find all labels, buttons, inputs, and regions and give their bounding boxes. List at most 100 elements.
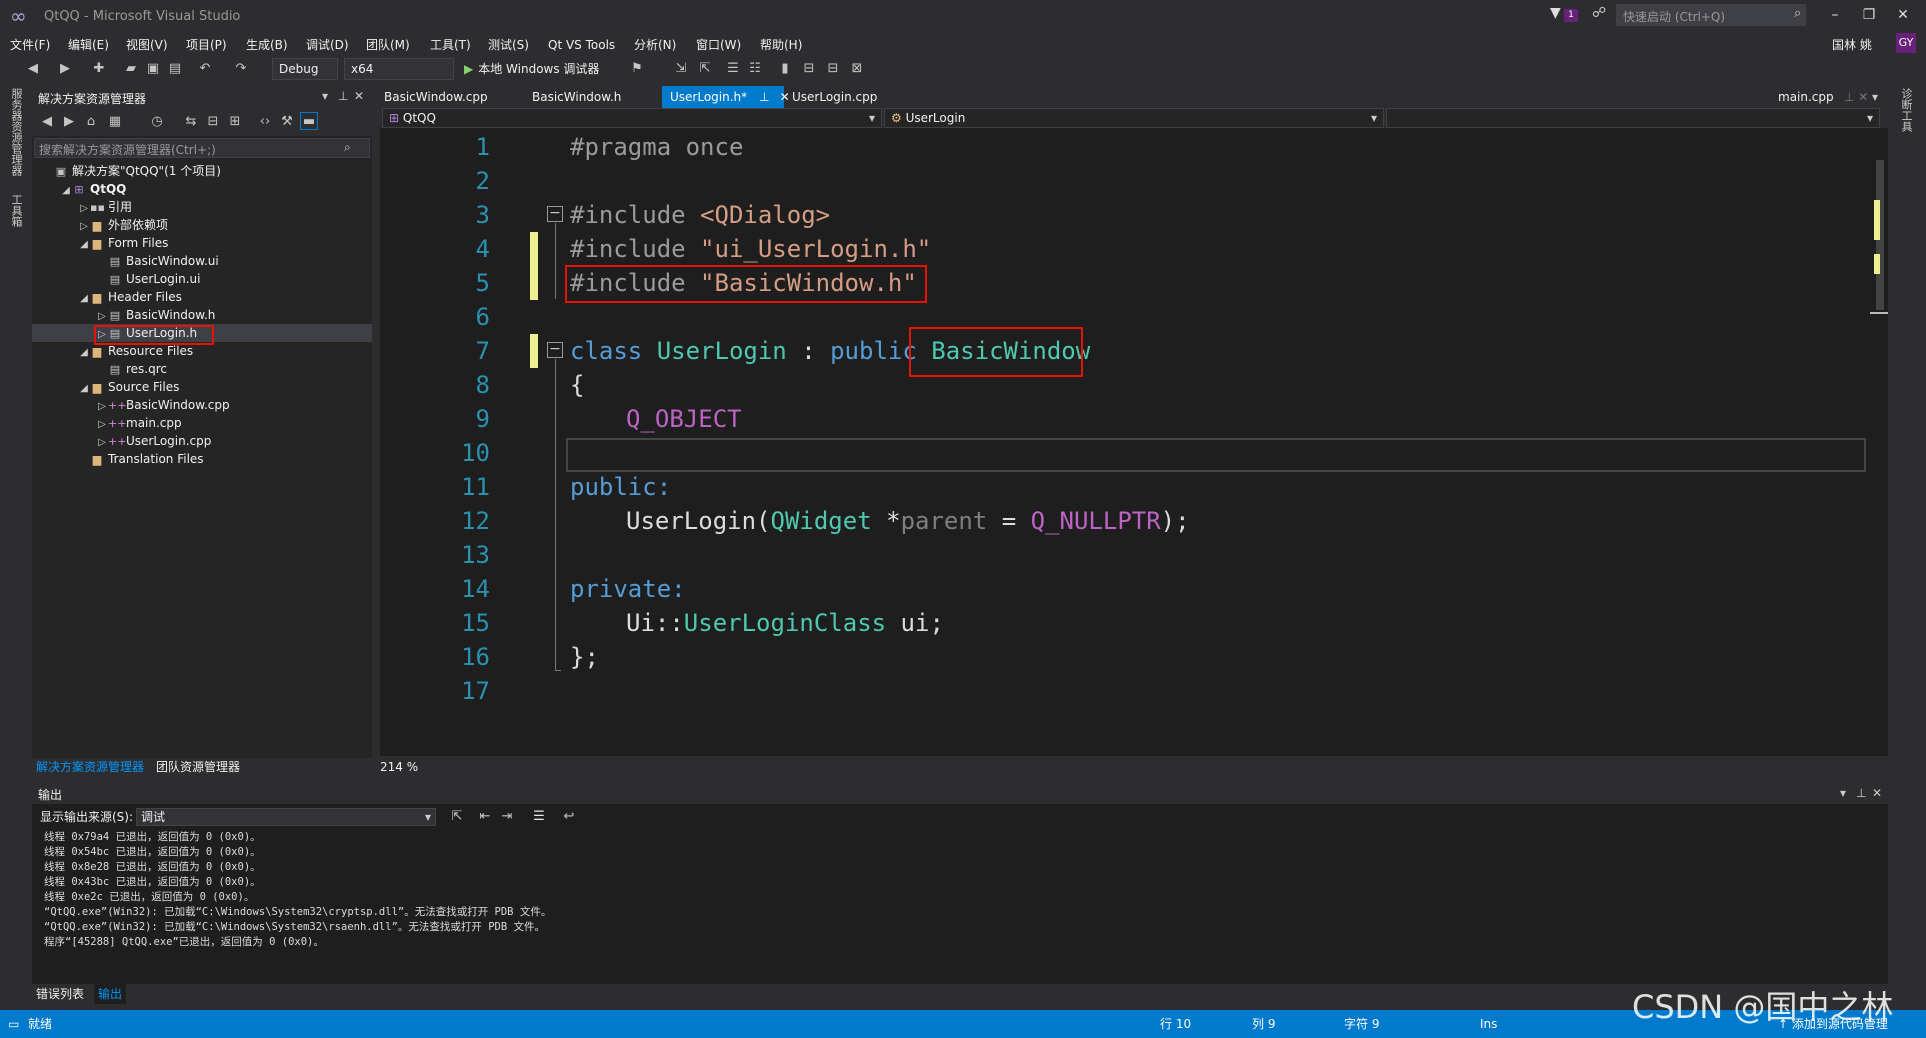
switch-views-icon[interactable]: ▦ <box>106 113 124 131</box>
code-line-9[interactable]: Q_OBJECT <box>626 402 742 436</box>
server-explorer-tab[interactable]: 服务器资源管理器 <box>8 88 24 176</box>
find-message-icon[interactable]: ⇱ <box>448 808 466 826</box>
menu-help[interactable]: 帮助(H) <box>760 34 802 56</box>
search-icon[interactable]: ⌕ <box>1794 6 1801 21</box>
open-folder-icon[interactable]: ▰ <box>122 60 140 78</box>
tab-team-explorer[interactable]: 团队资源管理器 <box>156 758 240 776</box>
bookmark-icon[interactable]: ▮ <box>776 60 794 78</box>
tree-item[interactable]: ◢ ⊞ QtQQ <box>32 180 372 198</box>
code-line-11[interactable]: public: <box>570 470 671 504</box>
code-line-15[interactable]: Ui::UserLoginClass ui; <box>626 606 944 640</box>
collapse-icon[interactable]: − <box>547 342 563 358</box>
tree-item[interactable]: ▷ ▤ BasicWindow.h <box>32 306 372 324</box>
forward-icon[interactable]: ▶ <box>56 60 74 78</box>
tree-item[interactable]: ▷ ++BasicWindow.cpp <box>32 396 372 414</box>
menu-test[interactable]: 测试(S) <box>488 34 529 56</box>
tree-item[interactable]: ▣ 解决方案"QtQQ"(1 个项目) <box>32 162 372 180</box>
forward-icon[interactable]: ▶ <box>60 113 78 131</box>
indent-icon[interactable]: ☰ <box>724 60 742 78</box>
tab-output[interactable]: 输出 <box>94 984 127 1004</box>
back-icon[interactable]: ◀ <box>24 60 42 78</box>
redo-icon[interactable]: ↷ <box>232 60 250 78</box>
scope-nav-select[interactable]: ⚙ UserLogin ▾ <box>884 108 1384 128</box>
preview-icon[interactable]: ▬ <box>300 112 318 130</box>
tab-solution-explorer[interactable]: 解决方案资源管理器 <box>36 758 144 776</box>
tab-userlogin-h[interactable]: UserLogin.h* ⊥ ✕ <box>662 86 790 108</box>
project-nav-select[interactable]: ⊞ QtQQ ▾ <box>382 108 882 128</box>
tab-userlogin-cpp[interactable]: UserLogin.cpp <box>784 86 885 108</box>
pin-icon[interactable]: ⊥ <box>338 89 348 103</box>
tree-item[interactable]: ◢ ▆ Form Files <box>32 234 372 252</box>
sync-icon[interactable]: ⇆ <box>182 113 200 131</box>
close-panel-icon[interactable]: ✕ <box>1872 786 1882 800</box>
notification-badge[interactable]: 1 <box>1564 9 1578 22</box>
tab-basicwindow-cpp[interactable]: BasicWindow.cpp <box>376 86 496 108</box>
menu-view[interactable]: 视图(V) <box>126 34 168 56</box>
back-icon[interactable]: ◀ <box>38 113 56 131</box>
menu-build[interactable]: 生成(B) <box>246 34 288 56</box>
start-debugging-button[interactable]: ▶ 本地 Windows 调试器 <box>464 58 599 80</box>
menu-debug[interactable]: 调试(D) <box>306 34 349 56</box>
code-line-8[interactable]: { <box>570 368 584 402</box>
output-source-select[interactable]: 调试 ▾ <box>136 808 436 826</box>
platform-select[interactable]: x64 <box>344 58 454 80</box>
solution-search-input[interactable]: 搜索解决方案资源管理器(Ctrl+;) <box>34 138 370 158</box>
tree-item[interactable]: ▤ BasicWindow.ui <box>32 252 372 270</box>
minimize-button[interactable]: – <box>1820 4 1850 26</box>
tab-error-list[interactable]: 错误列表 <box>36 984 84 1004</box>
tree-item[interactable]: ◢ ▆ Source Files <box>32 378 372 396</box>
code-line-3[interactable]: #include <QDialog> <box>570 198 830 232</box>
code-line-1[interactable]: #pragma once <box>570 130 743 164</box>
feedback-icon[interactable]: ☍ <box>1592 5 1606 21</box>
tab-main-cpp[interactable]: main.cpp <box>1770 86 1842 108</box>
tree-item[interactable]: ▷ ▆ 外部依赖项 <box>32 216 372 234</box>
zoom-level[interactable]: 214 % <box>380 758 418 776</box>
code-line-4[interactable]: #include "ui_UserLogin.h" <box>570 232 931 266</box>
clear-all-icon[interactable]: ☰ <box>530 808 548 826</box>
collapse-icon[interactable]: − <box>547 206 563 222</box>
user-name[interactable]: 国林 姚 <box>1832 34 1872 56</box>
menu-team[interactable]: 团队(M) <box>366 34 410 56</box>
menu-file[interactable]: 文件(F) <box>10 34 50 56</box>
toolbox-tab[interactable]: 工具箱 <box>8 194 24 227</box>
tree-item[interactable]: ▷ ++main.cpp <box>32 414 372 432</box>
menu-tools[interactable]: 工具(T) <box>430 34 471 56</box>
member-nav-select[interactable]: ▾ <box>1386 108 1880 128</box>
dropdown-icon[interactable]: ▾ <box>1840 786 1846 800</box>
tree-item[interactable]: ▆ Translation Files <box>32 450 372 468</box>
close-panel-icon[interactable]: ✕ <box>354 89 364 103</box>
menu-qt-vs-tools[interactable]: Qt VS Tools <box>548 34 615 56</box>
output-vertical-scrollbar[interactable] <box>1874 834 1888 966</box>
menu-window[interactable]: 窗口(W) <box>696 34 741 56</box>
save-all-icon[interactable]: ▤ <box>166 60 184 78</box>
home-icon[interactable]: ⌂ <box>82 113 100 131</box>
step-icon[interactable]: ⇲ <box>672 60 690 78</box>
tab-dropdown-icon[interactable]: ▾ <box>1872 86 1878 108</box>
view-code-icon[interactable]: ‹› <box>256 113 274 131</box>
word-wrap-icon[interactable]: ↩ <box>560 808 578 826</box>
pin-icon[interactable]: ⊥ <box>1856 786 1866 800</box>
tree-item[interactable]: ▤ UserLogin.ui <box>32 270 372 288</box>
outdent-icon[interactable]: ☷ <box>746 60 764 78</box>
pin-icon[interactable]: ⊥ <box>759 90 769 104</box>
close-button[interactable]: ✕ <box>1888 4 1918 26</box>
menu-edit[interactable]: 编辑(E) <box>68 34 109 56</box>
attach-icon[interactable]: ⚑ <box>628 60 646 78</box>
tab-basicwindow-h[interactable]: BasicWindow.h <box>524 86 629 108</box>
menu-project[interactable]: 项目(P) <box>186 34 227 56</box>
prev-message-icon[interactable]: ⇤ <box>476 808 494 826</box>
collapse-all-icon[interactable]: ⊟ <box>204 113 222 131</box>
tree-item[interactable]: ▤ res.qrc <box>32 360 372 378</box>
configuration-select[interactable]: Debug <box>272 58 338 80</box>
tree-item[interactable]: ◢ ▆ Header Files <box>32 288 372 306</box>
close-tab-icon[interactable]: ⊥ ✕ <box>1836 86 1876 108</box>
quick-launch-input[interactable]: 快速启动 (Ctrl+Q) <box>1616 4 1806 26</box>
code-line-16[interactable]: }; <box>570 640 599 674</box>
tree-item[interactable]: ▷ ▪▪ 引用 <box>32 198 372 216</box>
properties-icon[interactable]: ⚒ <box>278 113 296 131</box>
undo-icon[interactable]: ↶ <box>196 60 214 78</box>
diagnostics-tools-tab[interactable]: 诊断工具 <box>1898 88 1914 132</box>
bookmark-next-icon[interactable]: ⊟ <box>824 60 842 78</box>
bookmark-clear-icon[interactable]: ⊠ <box>848 60 866 78</box>
show-all-files-icon[interactable]: ⊞ <box>226 113 244 131</box>
